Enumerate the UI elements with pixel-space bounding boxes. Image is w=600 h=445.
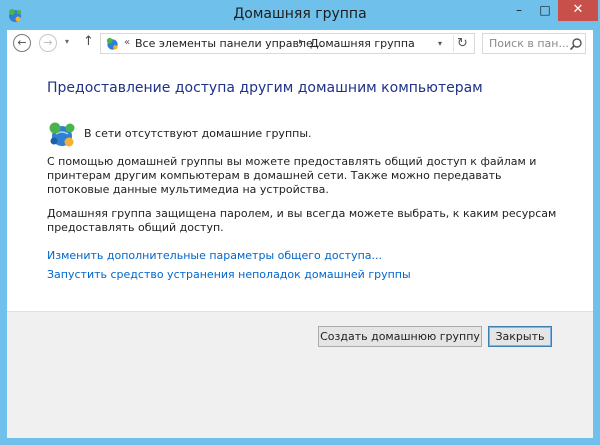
navigation-bar: ← → ▾ ↑ « Все элементы панели управле...… — [7, 30, 593, 58]
create-homegroup-button[interactable]: Создать домашнюю группу — [318, 326, 482, 347]
control-panel-icon — [106, 37, 118, 50]
status-message: В сети отсутствуют домашние группы. — [84, 127, 312, 140]
address-dropdown-icon[interactable]: ▾ — [431, 36, 449, 52]
up-button[interactable]: ↑ — [83, 34, 94, 49]
page-title: Предоставление доступа другим домашним к… — [47, 80, 483, 96]
title-bar[interactable]: Домашняя группа – □ ✕ — [0, 0, 600, 30]
maximize-button[interactable]: □ — [532, 0, 558, 21]
back-button[interactable]: ← — [13, 34, 31, 52]
homegroup-window: Домашняя группа – □ ✕ ← → ▾ ↑ « Все элем… — [0, 0, 600, 445]
breadcrumb-control-panel[interactable]: Все элементы панели управле... — [135, 37, 323, 50]
description-paragraph: С помощью домашней группы вы можете пред… — [47, 155, 537, 196]
hidden-crumbs-chevron[interactable]: « — [124, 37, 130, 48]
breadcrumb-homegroup[interactable]: Домашняя группа — [310, 37, 415, 50]
advanced-sharing-settings-link[interactable]: Изменить дополнительные параметры общего… — [47, 249, 382, 262]
refresh-icon[interactable]: ↻ — [453, 35, 471, 52]
search-input[interactable]: Поиск в пан... — [482, 33, 586, 54]
recent-locations-button[interactable]: ▾ — [65, 37, 69, 46]
homegroup-icon — [49, 122, 75, 147]
footer-bar: Создать домашнюю группу Закрыть — [7, 311, 593, 438]
close-window-button[interactable]: ✕ — [558, 0, 598, 21]
password-paragraph: Домашняя группа защищена паролем, и вы в… — [47, 207, 557, 234]
breadcrumb-separator-icon[interactable]: ▸ — [299, 37, 304, 47]
troubleshooter-link[interactable]: Запустить средство устранения неполадок … — [47, 268, 411, 281]
close-button[interactable]: Закрыть — [488, 326, 552, 347]
search-icon[interactable] — [569, 37, 583, 51]
address-bar[interactable]: « Все элементы панели управле... ▸ Домаш… — [100, 33, 475, 54]
minimize-button[interactable]: – — [506, 0, 532, 21]
client-area: ← → ▾ ↑ « Все элементы панели управле...… — [7, 30, 593, 438]
forward-button[interactable]: → — [39, 34, 57, 52]
search-placeholder: Поиск в пан... — [489, 37, 569, 50]
